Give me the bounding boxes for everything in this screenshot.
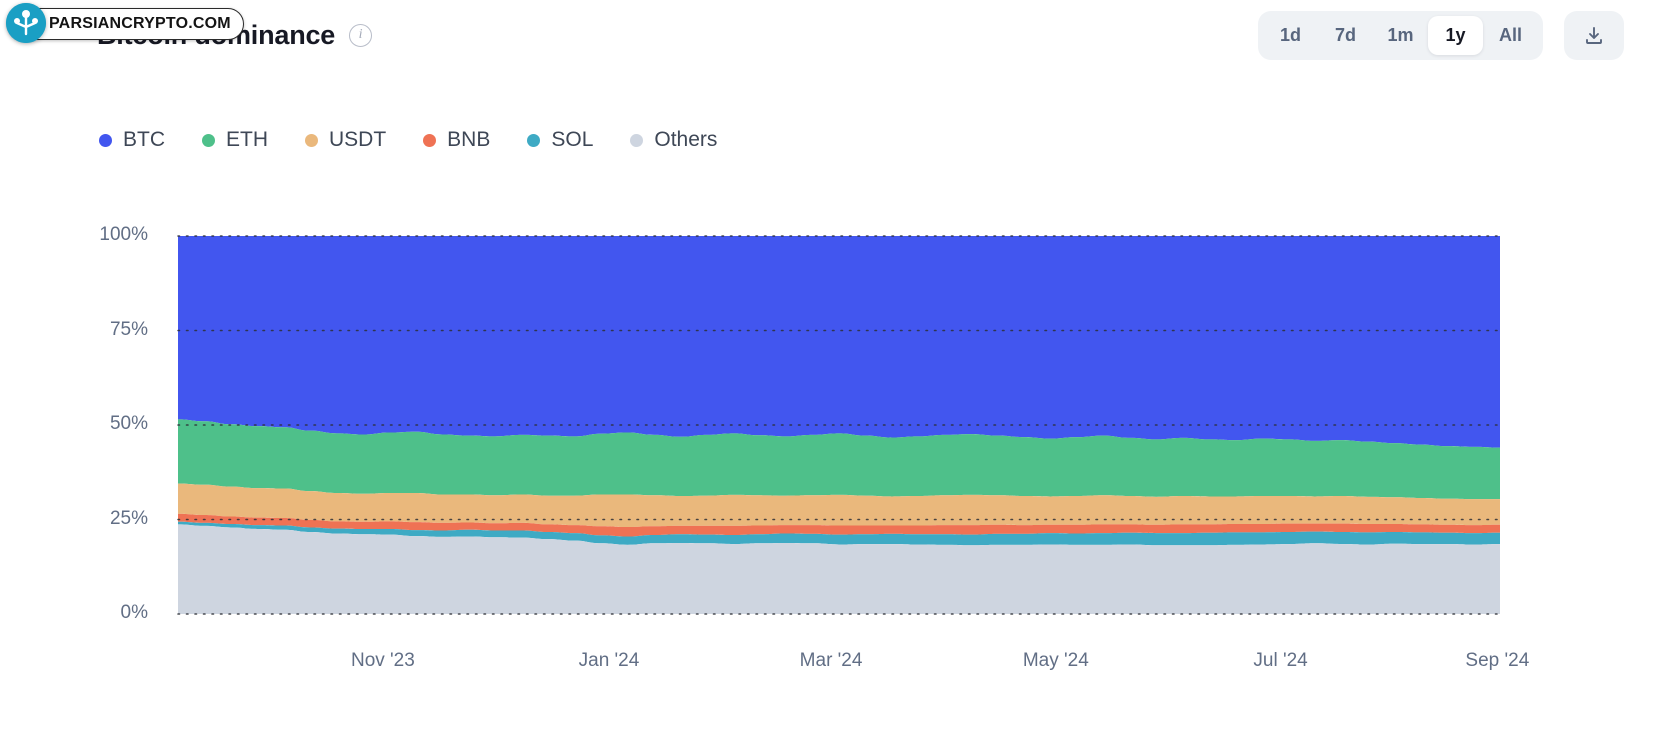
range-button-1d[interactable]: 1d — [1263, 16, 1318, 55]
legend-color-dot-sol — [527, 133, 541, 147]
legend-item-usdt[interactable]: USDT — [305, 128, 386, 152]
y-tick-25: 25% — [109, 507, 148, 529]
info-icon[interactable]: i — [349, 24, 373, 47]
chart-legend[interactable]: BTC ETH USDT BNB SOL Others — [99, 128, 754, 152]
legend-label-eth: ETH — [226, 128, 268, 151]
legend-color-dot-btc — [99, 133, 112, 147]
parsiancrypto-logo-icon — [6, 3, 46, 43]
x-tick-5: Sep '24 — [1465, 650, 1530, 671]
x-tick-0: Nov '23 — [350, 650, 415, 671]
legend-item-others[interactable]: Others — [630, 128, 717, 152]
legend-item-eth[interactable]: ETH — [202, 128, 268, 152]
legend-color-dot-usdt — [305, 133, 318, 147]
legend-item-sol[interactable]: SOL — [527, 128, 593, 152]
legend-label-btc: BTC — [123, 128, 165, 151]
legend-color-dot-others — [630, 133, 644, 147]
area-band-btc — [178, 236, 1500, 448]
legend-label-others: Others — [654, 128, 718, 151]
chart-header: Bitcoin dominance i 1d7d1m1yAll — [0, 0, 1676, 82]
download-icon — [1586, 26, 1602, 44]
legend-item-btc[interactable]: BTC — [99, 128, 165, 152]
x-tick-4: Jul '24 — [1253, 650, 1308, 671]
time-range-selector[interactable]: 1d 7d 1m 1y All — [1258, 11, 1543, 60]
x-tick-2: Mar '24 — [799, 650, 863, 671]
range-button-all[interactable]: All — [1483, 16, 1538, 55]
legend-color-dot-eth — [202, 133, 215, 147]
range-button-1y[interactable]: 1y — [1428, 16, 1483, 55]
parsiancrypto-glyph-icon — [6, 3, 46, 43]
y-tick-50: 50% — [109, 413, 148, 434]
download-button[interactable] — [1564, 11, 1624, 60]
legend-label-sol: SOL — [551, 128, 594, 151]
legend-label-usdt: USDT — [329, 128, 387, 151]
range-button-1m[interactable]: 1m — [1373, 16, 1428, 55]
legend-item-bnb[interactable]: BNB — [423, 128, 490, 152]
parsiancrypto-label: PARSIANCRYPTO.COM — [49, 15, 231, 32]
y-tick-100: 100% — [99, 224, 148, 245]
range-button-7d[interactable]: 7d — [1318, 16, 1373, 55]
x-tick-1: Jan '24 — [578, 650, 640, 671]
y-tick-75: 75% — [109, 318, 148, 340]
y-tick-0: 0% — [120, 602, 148, 623]
x-tick-3: May '24 — [1022, 650, 1089, 671]
legend-label-bnb: BNB — [447, 128, 491, 151]
chart-plot-area: 100% 75% 50% 25% 0% Nov '23 Jan '24 Mar '24 May… — [0, 200, 1676, 738]
legend-color-dot-bnb — [423, 133, 437, 147]
